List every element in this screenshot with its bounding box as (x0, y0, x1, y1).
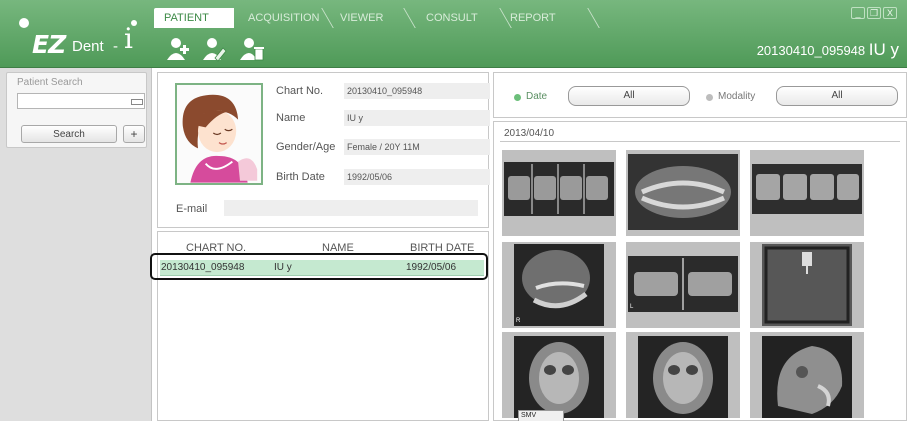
smv-label: SMV (518, 410, 564, 421)
app-header: EZ Dent - i PATIENT ACQUISITION VIEWER C… (0, 0, 907, 68)
name-label: Name (276, 112, 306, 124)
modality-radio-icon[interactable] (706, 94, 713, 101)
modality-filter-select[interactable]: All (776, 86, 898, 106)
xray-thumbnail[interactable] (502, 150, 616, 236)
search-title: Patient Search (17, 77, 83, 88)
tab-acquisition[interactable]: ACQUISITION (238, 8, 334, 28)
image-gallery: 2013/04/10 R L SMV (493, 121, 907, 421)
keyboard-icon[interactable] (131, 99, 143, 105)
xray-thumbnail[interactable] (750, 150, 864, 236)
xray-thumbnail[interactable]: L (626, 242, 740, 328)
xray-thumbnail[interactable] (750, 242, 864, 328)
logo-suffix: i (124, 22, 133, 55)
image-filter-bar: Date All Modality All (493, 72, 907, 118)
selected-row-highlight (150, 253, 488, 280)
patient-avatar[interactable] (175, 83, 263, 185)
date-radio-icon[interactable] (514, 94, 521, 101)
tab-label: REPORT (510, 12, 556, 24)
logo-separator: - (113, 38, 118, 55)
xray-thumbnail[interactable] (626, 332, 740, 418)
current-patient-title: 20130410_095948 IU y (757, 40, 899, 60)
window-controls: _ ❐ X (849, 7, 897, 19)
current-patient-id: 20130410_095948 (756, 43, 866, 58)
tab-label: CONSULT (426, 12, 478, 24)
search-sidebar: Patient Search Search + (0, 68, 152, 421)
tab-report[interactable]: REPORT (500, 8, 600, 28)
birth-date-label: Birth Date (276, 171, 325, 183)
tab-patient[interactable]: PATIENT (154, 8, 234, 28)
close-button[interactable]: X (883, 7, 897, 19)
xray-thumbnail[interactable] (626, 150, 740, 236)
gender-age-value: Female / 20Y 11M (344, 139, 490, 155)
tab-viewer[interactable]: VIEWER (330, 8, 416, 28)
email-label: E-mail (176, 203, 208, 215)
xray-thumbnail[interactable] (502, 332, 616, 418)
logo-dot (19, 18, 29, 28)
date-group-header: 2013/04/10 (504, 128, 555, 139)
chart-no-label: Chart No. (276, 85, 324, 97)
xray-thumbnail[interactable] (750, 332, 864, 418)
edit-patient-icon[interactable] (201, 36, 227, 62)
date-filter-select[interactable]: All (568, 86, 690, 106)
logo-dot (131, 20, 137, 26)
patient-info-panel: Chart No. 20130410_095948 Name IU y Gend… (157, 72, 490, 228)
name-value: IU y (344, 110, 490, 126)
search-input[interactable] (17, 93, 145, 109)
tab-label: ACQUISITION (248, 12, 320, 24)
tab-label: PATIENT (164, 12, 209, 24)
thumbnail-tag: L (630, 304, 634, 310)
restore-button[interactable]: ❐ (867, 7, 881, 19)
date-filter-label[interactable]: Date (526, 91, 547, 102)
logo-product: Dent (72, 38, 104, 55)
advanced-search-button[interactable]: + (123, 125, 145, 143)
minimize-button[interactable]: _ (851, 7, 865, 19)
tab-consult[interactable]: CONSULT (416, 8, 512, 28)
app-logo: EZ Dent - i (16, 16, 156, 62)
current-patient-name: IU y (868, 40, 899, 59)
xray-thumbnail[interactable]: R (502, 242, 616, 328)
thumbnail-tag: R (516, 318, 521, 324)
add-patient-icon[interactable] (165, 36, 191, 62)
modality-filter-label[interactable]: Modality (718, 91, 755, 102)
email-value (224, 200, 478, 216)
date-group-divider (500, 141, 900, 142)
logo-brand: EZ (32, 30, 66, 59)
tab-label: VIEWER (340, 12, 384, 24)
gender-age-label: Gender/Age (276, 141, 336, 153)
delete-patient-icon[interactable] (239, 36, 265, 62)
birth-date-value: 1992/05/06 (344, 169, 490, 185)
chart-no-value: 20130410_095948 (344, 83, 490, 99)
search-button[interactable]: Search (21, 125, 117, 143)
patient-search-panel: Patient Search Search + (6, 72, 147, 148)
